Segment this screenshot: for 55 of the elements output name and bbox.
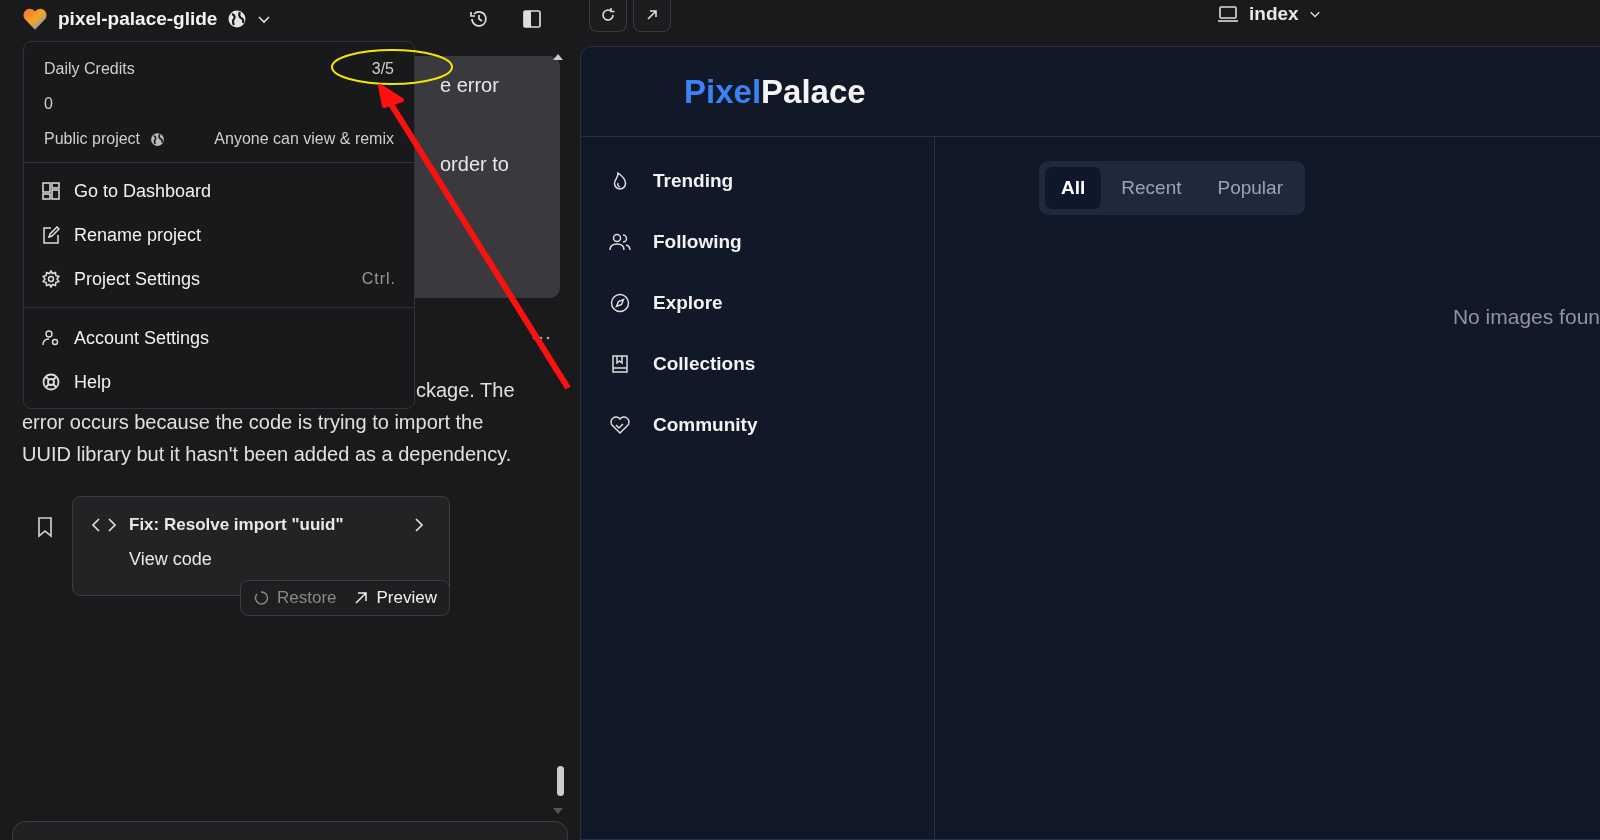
nav-item[interactable]: Explore bbox=[609, 285, 934, 320]
refresh-button[interactable] bbox=[589, 0, 627, 32]
globe-icon bbox=[150, 131, 166, 147]
open-external-button[interactable] bbox=[633, 0, 671, 32]
shortcut-hint: Ctrl. bbox=[361, 270, 396, 288]
refresh-icon bbox=[599, 5, 617, 24]
chat-input-field[interactable] bbox=[12, 821, 568, 840]
filter-tab[interactable]: Popular bbox=[1201, 167, 1299, 209]
chevron-right-icon[interactable] bbox=[413, 517, 425, 533]
menu-item[interactable]: Go to Dashboard bbox=[24, 169, 414, 213]
settings-icon bbox=[42, 270, 60, 288]
credits-label: Daily Credits bbox=[44, 60, 135, 78]
menu-item[interactable]: Rename project bbox=[24, 213, 414, 257]
nav-item[interactable]: Trending bbox=[609, 163, 934, 198]
menu-item[interactable]: Help bbox=[24, 360, 414, 404]
scrollbar-thumb[interactable] bbox=[557, 766, 564, 796]
nav-item[interactable]: Following bbox=[609, 224, 934, 259]
bookmark-icon[interactable] bbox=[36, 516, 54, 538]
logo-text: PixelPalace bbox=[684, 72, 866, 111]
grid-icon bbox=[42, 182, 60, 200]
filter-tab[interactable]: All bbox=[1045, 167, 1102, 209]
user-settings-icon bbox=[42, 329, 60, 347]
visibility-note: Anyone can view & remix bbox=[214, 130, 394, 148]
restore-icon bbox=[253, 590, 269, 606]
code-icon bbox=[91, 517, 117, 533]
message-text: e error bbox=[440, 74, 500, 97]
laptop-icon bbox=[1217, 5, 1239, 23]
credits-remaining: 0 bbox=[44, 95, 54, 113]
message-paragraph: error occurs because the code is trying to import the UUID library but it hasn't been added as a dependency. bbox=[22, 410, 513, 467]
users-icon bbox=[609, 231, 631, 252]
heart-hand-icon bbox=[609, 414, 631, 435]
globe-icon bbox=[227, 9, 248, 29]
message-text: order to bbox=[440, 153, 510, 176]
history-icon[interactable] bbox=[468, 8, 490, 30]
fix-title: Fix: Resolve import "uuid" bbox=[129, 515, 345, 535]
credits-value: 3/5 bbox=[371, 60, 394, 78]
nav-item[interactable]: Community bbox=[609, 407, 934, 442]
menu-item[interactable]: Project Settings Ctrl. bbox=[24, 257, 414, 301]
message-text: ckage. The bbox=[416, 378, 515, 402]
lifebuoy-icon bbox=[42, 373, 60, 391]
view-code-link[interactable]: View code bbox=[129, 549, 212, 570]
heart-logo-icon bbox=[22, 7, 48, 31]
filter-tab[interactable]: Recent bbox=[1105, 167, 1198, 209]
visibility-label: Public project bbox=[44, 130, 141, 148]
book-icon bbox=[609, 353, 631, 374]
sidebar-toggle-icon[interactable] bbox=[522, 9, 542, 29]
project-name[interactable]: pixel-palace-glide bbox=[58, 8, 218, 30]
menu-item[interactable]: Account Settings bbox=[24, 316, 414, 360]
more-icon[interactable] bbox=[532, 336, 550, 340]
empty-state-message: No images foun bbox=[1452, 305, 1600, 329]
scroll-up-icon[interactable] bbox=[553, 54, 563, 60]
nav-item[interactable]: Collections bbox=[609, 346, 934, 381]
edit-icon bbox=[42, 226, 60, 244]
route-selector[interactable]: index bbox=[1249, 3, 1299, 25]
compass-icon bbox=[609, 292, 631, 313]
